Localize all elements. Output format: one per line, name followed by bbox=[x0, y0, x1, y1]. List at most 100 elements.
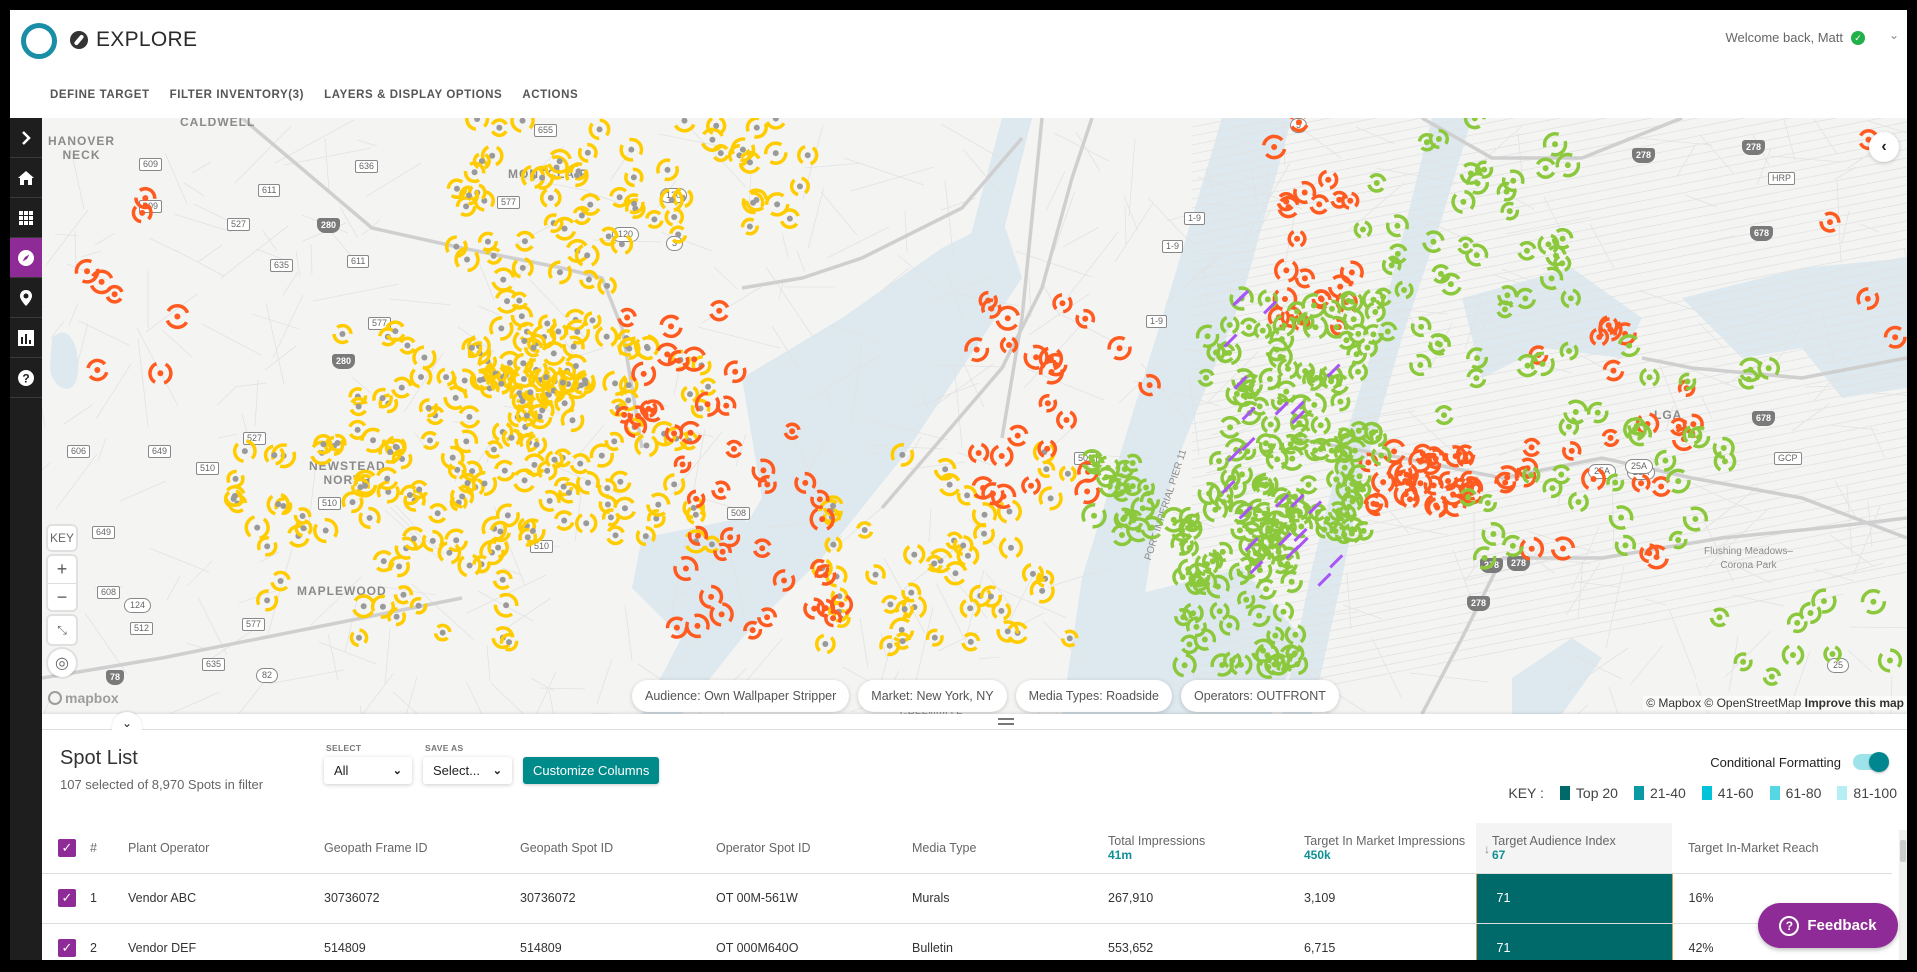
spot-marker-green[interactable] bbox=[1538, 265, 1564, 291]
spot-marker-yellow[interactable] bbox=[902, 542, 926, 566]
spot-marker-orange[interactable] bbox=[1370, 469, 1397, 496]
spot-marker-yellow[interactable] bbox=[597, 275, 618, 296]
spot-marker-yellow[interactable] bbox=[789, 176, 810, 197]
spot-marker-green[interactable] bbox=[1385, 214, 1409, 238]
spot-marker-yellow[interactable] bbox=[1036, 484, 1064, 512]
col-header-operator-spot-id[interactable]: Operator Spot ID bbox=[708, 823, 904, 874]
spot-marker-green[interactable] bbox=[1219, 314, 1241, 336]
zoom-in-button[interactable]: + bbox=[48, 556, 76, 583]
spot-marker-yellow[interactable] bbox=[813, 632, 837, 656]
spot-marker-orange[interactable] bbox=[1307, 193, 1331, 217]
spot-marker-yellow[interactable] bbox=[510, 118, 535, 133]
spot-marker-orange[interactable] bbox=[1020, 474, 1043, 497]
filter-pill-operators[interactable]: Operators: OUTFRONT bbox=[1180, 680, 1339, 712]
spot-marker-green[interactable] bbox=[1410, 316, 1432, 338]
spot-marker-yellow[interactable] bbox=[483, 439, 504, 460]
spot-marker-green[interactable] bbox=[1353, 220, 1373, 239]
spot-marker-green[interactable] bbox=[1537, 233, 1560, 256]
spot-marker-green[interactable] bbox=[1466, 368, 1487, 389]
spot-marker-orange[interactable] bbox=[967, 442, 990, 465]
select-all-checkbox[interactable]: ✓ bbox=[58, 838, 76, 857]
spot-marker-green[interactable] bbox=[1757, 357, 1780, 380]
spot-marker-orange[interactable] bbox=[771, 568, 797, 594]
panel-resize-bar[interactable] bbox=[42, 714, 1907, 730]
spot-marker-orange[interactable] bbox=[1316, 168, 1340, 192]
spot-marker-green[interactable] bbox=[1555, 152, 1581, 178]
spot-marker-green[interactable] bbox=[1560, 288, 1581, 309]
spot-marker-green[interactable] bbox=[1558, 340, 1580, 362]
spot-marker-orange[interactable] bbox=[782, 421, 802, 441]
spot-marker-yellow[interactable] bbox=[763, 141, 788, 165]
spot-marker-yellow[interactable] bbox=[893, 631, 913, 651]
filter-pill-market[interactable]: Market: New York, NY bbox=[858, 680, 1007, 712]
spot-marker-yellow[interactable] bbox=[268, 569, 292, 593]
spot-marker-green[interactable] bbox=[1501, 169, 1525, 193]
spot-marker-orange[interactable] bbox=[756, 606, 779, 629]
spot-marker-green[interactable] bbox=[1195, 324, 1220, 349]
spot-marker-yellow[interactable] bbox=[453, 428, 479, 454]
spot-marker-orange[interactable] bbox=[1854, 285, 1881, 312]
spot-marker-green[interactable] bbox=[1248, 636, 1277, 665]
spot-marker-yellow[interactable] bbox=[552, 216, 577, 241]
spot-marker-yellow[interactable] bbox=[479, 143, 505, 169]
spot-marker-yellow[interactable] bbox=[548, 321, 569, 342]
spot-marker-orange[interactable] bbox=[1393, 482, 1418, 507]
spot-marker-orange[interactable] bbox=[673, 455, 692, 474]
spot-marker-green[interactable] bbox=[1496, 181, 1517, 202]
spot-marker-yellow[interactable] bbox=[491, 591, 521, 621]
spot-marker-green[interactable] bbox=[1172, 653, 1197, 678]
spot-marker-yellow[interactable] bbox=[286, 524, 311, 549]
spot-marker-green[interactable] bbox=[1478, 493, 1497, 513]
spot-marker-green[interactable] bbox=[1809, 587, 1838, 616]
spot-marker-green[interactable] bbox=[1708, 606, 1731, 629]
spot-marker-yellow[interactable] bbox=[510, 466, 539, 495]
spot-marker-yellow[interactable] bbox=[740, 217, 759, 236]
fullscreen-button[interactable]: ⤡ bbox=[48, 616, 76, 644]
mapbox-logo[interactable]: mapbox bbox=[48, 690, 119, 706]
spot-marker-orange[interactable] bbox=[104, 284, 125, 305]
spot-marker-green[interactable] bbox=[1541, 477, 1563, 499]
spot-marker-yellow[interactable] bbox=[925, 628, 944, 647]
spot-marker-purple[interactable] bbox=[1241, 406, 1256, 421]
spot-marker-yellow[interactable] bbox=[612, 495, 638, 521]
zoom-out-button[interactable]: − bbox=[48, 583, 76, 610]
nav-actions[interactable]: ACTIONS bbox=[522, 89, 578, 101]
spot-marker-green[interactable] bbox=[1428, 128, 1450, 150]
spot-marker-orange[interactable] bbox=[132, 185, 158, 211]
spot-marker-green[interactable] bbox=[1474, 160, 1494, 179]
spot-marker-green[interactable] bbox=[1284, 623, 1307, 646]
sidebar-item-help[interactable]: ? bbox=[10, 358, 42, 398]
spot-marker-orange[interactable] bbox=[1051, 291, 1075, 315]
spot-marker-orange[interactable] bbox=[616, 306, 639, 329]
col-header-media-type[interactable]: Media Type bbox=[904, 823, 1100, 874]
collapse-panel-button[interactable]: ‹ bbox=[1869, 132, 1899, 162]
spot-marker-yellow[interactable] bbox=[997, 534, 1024, 561]
spot-marker-yellow[interactable] bbox=[661, 471, 687, 497]
spot-marker-green[interactable] bbox=[1217, 414, 1244, 441]
spot-marker-yellow[interactable] bbox=[426, 502, 449, 525]
sidebar-item-explore[interactable] bbox=[10, 238, 42, 278]
spot-marker-yellow[interactable] bbox=[493, 459, 516, 482]
spot-marker-green[interactable] bbox=[1860, 589, 1887, 615]
feedback-button[interactable]: ? Feedback bbox=[1758, 903, 1898, 948]
col-header-geopath-spot-id[interactable]: Geopath Spot ID bbox=[512, 823, 708, 874]
spot-marker-yellow[interactable] bbox=[635, 526, 656, 547]
spot-marker-yellow[interactable] bbox=[619, 137, 644, 162]
spot-marker-yellow[interactable] bbox=[465, 118, 490, 132]
spot-marker-green[interactable] bbox=[1393, 279, 1415, 301]
spot-marker-green[interactable] bbox=[1514, 287, 1537, 310]
spot-marker-green[interactable] bbox=[1466, 347, 1489, 370]
spot-marker-green[interactable] bbox=[1638, 366, 1661, 389]
spot-marker-orange[interactable] bbox=[1005, 423, 1031, 449]
spot-marker-orange[interactable] bbox=[665, 616, 689, 639]
spot-marker-green[interactable] bbox=[1386, 242, 1410, 266]
save-as-dropdown[interactable]: Select... ⌄ bbox=[423, 757, 512, 784]
spot-marker-green[interactable] bbox=[1614, 534, 1637, 557]
spot-marker-yellow[interactable] bbox=[925, 546, 955, 576]
spot-marker-yellow[interactable] bbox=[655, 157, 680, 182]
spot-marker-yellow[interactable] bbox=[577, 142, 598, 163]
spot-marker-green[interactable] bbox=[1617, 334, 1641, 358]
geolocate-button[interactable]: ◎ bbox=[48, 649, 76, 677]
spot-marker-yellow[interactable] bbox=[420, 430, 440, 450]
col-header-target-reach[interactable]: Target In-Market Reach bbox=[1672, 823, 1892, 874]
